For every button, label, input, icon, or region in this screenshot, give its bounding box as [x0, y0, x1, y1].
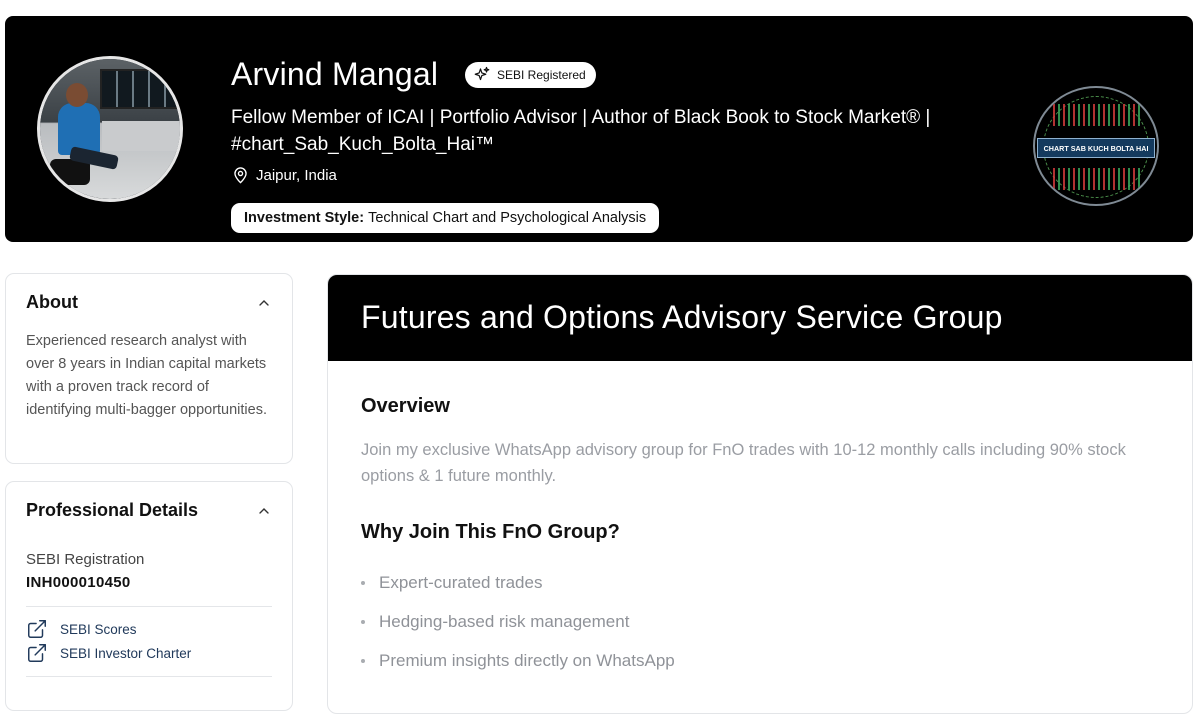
- sebi-scores-label: SEBI Scores: [60, 621, 137, 637]
- list-item: Premium insights directly on WhatsApp: [361, 641, 675, 680]
- service-header: Futures and Options Advisory Service Gro…: [328, 275, 1192, 361]
- divider: [26, 606, 272, 607]
- sebi-badge: SEBI Registered: [465, 62, 596, 88]
- about-text: Experienced research analyst with over 8…: [26, 333, 267, 418]
- chevron-up-icon[interactable]: [256, 295, 272, 311]
- sebi-registration-number: INH000010450: [26, 574, 131, 591]
- investment-style-pill: Investment Style: Technical Chart and Ps…: [231, 203, 660, 233]
- sebi-badge-label: SEBI Registered: [497, 68, 586, 82]
- service-panel: Futures and Options Advisory Service Gro…: [327, 274, 1193, 714]
- list-item-text: Hedging-based risk management: [379, 611, 630, 631]
- sebi-investor-charter-link[interactable]: SEBI Investor Charter: [26, 642, 191, 664]
- about-header[interactable]: About: [26, 292, 272, 313]
- logo-candles-top: [1053, 104, 1141, 126]
- professional-header[interactable]: Professional Details: [26, 500, 272, 521]
- profile-location: Jaipur, India: [231, 166, 337, 185]
- professional-details-card: Professional Details SEBI Registration I…: [5, 481, 293, 711]
- logo-candles-bottom: [1053, 168, 1141, 190]
- chevron-up-icon[interactable]: [256, 503, 272, 519]
- brand-logo: CHART SAB KUCH BOLTA HAI: [1033, 86, 1159, 206]
- investment-style-value: Technical Chart and Psychological Analys…: [368, 210, 647, 226]
- list-item-text: Expert-curated trades: [379, 572, 543, 592]
- benefits-list: Expert-curated trades Hedging-based risk…: [361, 563, 675, 680]
- investment-style-key: Investment Style:: [244, 210, 365, 226]
- avatar-desk: [102, 121, 180, 151]
- about-title: About: [26, 292, 78, 312]
- sebi-registration-label: SEBI Registration: [26, 551, 145, 568]
- bullet-dot: [361, 619, 365, 624]
- bullet-dot: [361, 580, 365, 585]
- external-link-icon: [28, 620, 46, 638]
- external-link-icon: [28, 644, 46, 662]
- logo-text: CHART SAB KUCH BOLTA HAI: [1037, 138, 1155, 158]
- location-label: Jaipur, India: [256, 167, 337, 184]
- profile-header: Arvind Mangal SEBI Registered Fellow Mem…: [5, 16, 1193, 242]
- profile-name: Arvind Mangal: [231, 56, 439, 92]
- why-join-heading: Why Join This FnO Group?: [361, 521, 620, 543]
- profile-tagline: Fellow Member of ICAI | Portfolio Adviso…: [231, 107, 931, 155]
- sebi-investor-charter-label: SEBI Investor Charter: [60, 645, 192, 661]
- avatar-head: [66, 83, 88, 107]
- overview-heading: Overview: [361, 395, 450, 417]
- service-title: Futures and Options Advisory Service Gro…: [361, 299, 1003, 335]
- list-item-text: Premium insights directly on WhatsApp: [379, 650, 675, 670]
- sebi-scores-link[interactable]: SEBI Scores: [26, 618, 137, 640]
- location-pin-icon: [234, 167, 247, 184]
- avatar: [37, 56, 183, 202]
- professional-title: Professional Details: [26, 500, 199, 520]
- avatar-monitors: [100, 69, 180, 109]
- sparkle-icon: [474, 66, 490, 81]
- list-item: Expert-curated trades: [361, 563, 675, 602]
- list-item: Hedging-based risk management: [361, 602, 675, 641]
- divider: [26, 676, 272, 677]
- about-card: About Experienced research analyst with …: [5, 273, 293, 464]
- overview-text: Join my exclusive WhatsApp advisory grou…: [361, 441, 1126, 485]
- bullet-dot: [361, 658, 365, 663]
